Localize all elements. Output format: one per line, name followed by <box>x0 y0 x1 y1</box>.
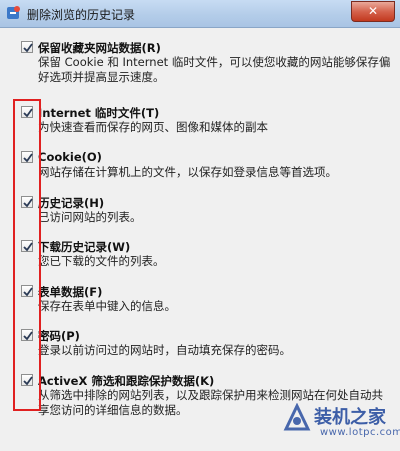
option-description: 保留 Cookie 和 Internet 临时文件，可以使您收藏的网站能够保存偏… <box>38 55 391 84</box>
watermark-logo-icon <box>283 403 311 431</box>
watermark-title: 装机之家 <box>314 407 386 428</box>
option-description: 为快速查看而保存的网页、图像和媒体的副本 <box>38 120 268 134</box>
watermark: 装机之家 www.lotpc.com <box>282 401 400 445</box>
option-title: 历史记录(H) <box>38 196 105 210</box>
close-button[interactable]: ✕ <box>351 1 395 22</box>
title-bar: 删除浏览的历史记录 ✕ <box>0 0 400 28</box>
check-icon <box>23 43 33 53</box>
watermark-url: www.lotpc.com <box>320 427 400 438</box>
window-title: 删除浏览的历史记录 <box>27 8 136 22</box>
delete-history-icon <box>7 6 20 19</box>
option-title: Cookie(O) <box>38 150 102 164</box>
option-description: 您已下载的文件的列表。 <box>38 254 165 268</box>
option-title: Internet 临时文件(T) <box>38 106 160 120</box>
option-description: 保存在表单中键入的信息。 <box>38 299 176 313</box>
checkbox[interactable] <box>21 41 33 53</box>
option-title: 表单数据(F) <box>38 285 103 299</box>
highlight-box <box>13 99 41 411</box>
option-description: 网站存储在计算机上的文件，以保存如登录信息等首选项。 <box>38 165 337 179</box>
option-title: 密码(P) <box>38 329 80 343</box>
option-title: ActiveX 筛选和跟踪保护数据(K) <box>38 374 215 388</box>
option-description: 登录以前访问过的网站时，自动填充保存的密码。 <box>38 343 291 357</box>
option-description: 已访问网站的列表。 <box>38 210 142 224</box>
options-panel: 保留收藏夹网站数据(R) 保留 Cookie 和 Internet 临时文件，可… <box>0 28 400 451</box>
option-title: 保留收藏夹网站数据(R) <box>38 41 161 55</box>
option-title: 下载历史记录(W) <box>38 240 131 254</box>
